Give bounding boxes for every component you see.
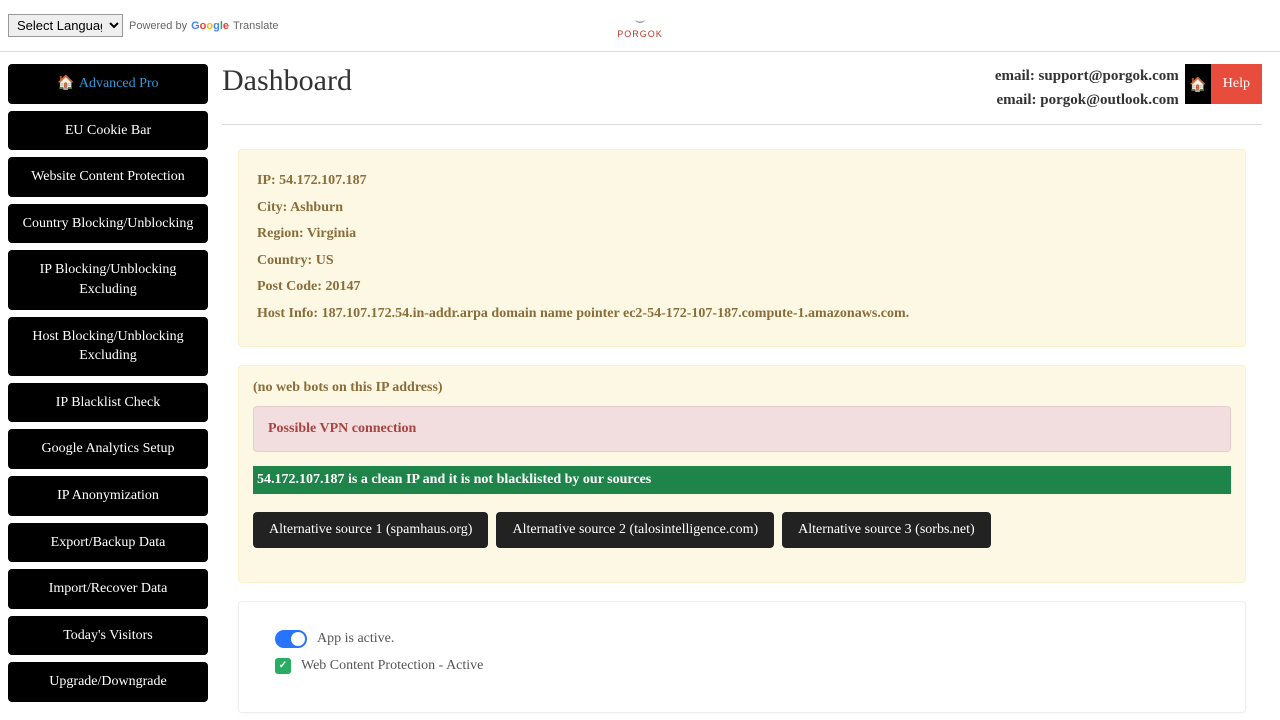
sidebar-item-import[interactable]: Import/Recover Data: [8, 569, 208, 609]
bot-panel: (no web bots on this IP address) Possibl…: [238, 365, 1246, 583]
page-title: Dashboard: [222, 64, 352, 98]
home-icon: 🏠: [1189, 76, 1206, 93]
app-active-label: App is active.: [317, 631, 394, 647]
sidebar-item-content-protection[interactable]: Website Content Protection: [8, 157, 208, 197]
vpn-alert: Possible VPN connection: [253, 406, 1231, 452]
clean-ip-bar: 54.172.107.187 is a clean IP and it is n…: [253, 466, 1231, 494]
google-logo: Google: [191, 20, 229, 32]
sidebar-item-eu-cookie[interactable]: EU Cookie Bar: [8, 111, 208, 151]
source-sorbs-button[interactable]: Alternative source 3 (sorbs.net): [782, 512, 991, 548]
app-active-toggle[interactable]: [275, 630, 307, 648]
source-spamhaus-button[interactable]: Alternative source 1 (spamhaus.org): [253, 512, 488, 548]
brand-logo: ⌣ PORGOK: [617, 13, 663, 39]
sidebar-item-country-blocking[interactable]: Country Blocking/Unblocking: [8, 204, 208, 244]
status-card: App is active. ✓ Web Content Protection …: [238, 601, 1246, 713]
sidebar-item-visitors[interactable]: Today's Visitors: [8, 616, 208, 656]
sidebar-item-ip-blacklist[interactable]: IP Blacklist Check: [8, 383, 208, 423]
sidebar-item-host-blocking[interactable]: Host Blocking/Unblocking Excluding: [8, 317, 208, 376]
powered-by-label: Powered by Google Translate: [129, 20, 279, 32]
wcp-label: Web Content Protection - Active: [301, 658, 483, 674]
sidebar-item-ip-blocking[interactable]: IP Blocking/Unblocking Excluding: [8, 250, 208, 309]
bots-note: (no web bots on this IP address): [253, 380, 1231, 396]
sidebar-item-upgrade[interactable]: Upgrade/Downgrade: [8, 662, 208, 702]
contact-emails: email: support@porgok.com email: porgok@…: [995, 64, 1179, 112]
help-button[interactable]: Help: [1211, 64, 1262, 104]
ip-info-panel: IP: 54.172.107.187 City: Ashburn Region:…: [238, 149, 1246, 347]
source-talos-button[interactable]: Alternative source 2 (talosintelligence.…: [496, 512, 774, 548]
sidebar: 🏠Advanced Pro EU Cookie Bar Website Cont…: [8, 64, 208, 713]
sidebar-item-advanced-pro[interactable]: 🏠Advanced Pro: [8, 64, 208, 104]
sidebar-item-export[interactable]: Export/Backup Data: [8, 523, 208, 563]
home-icon: 🏠: [57, 76, 74, 91]
home-button[interactable]: 🏠: [1185, 64, 1211, 104]
sidebar-item-ip-anon[interactable]: IP Anonymization: [8, 476, 208, 516]
sidebar-item-ga-setup[interactable]: Google Analytics Setup: [8, 429, 208, 469]
check-icon: ✓: [275, 658, 291, 674]
language-select[interactable]: Select Language: [8, 14, 123, 37]
